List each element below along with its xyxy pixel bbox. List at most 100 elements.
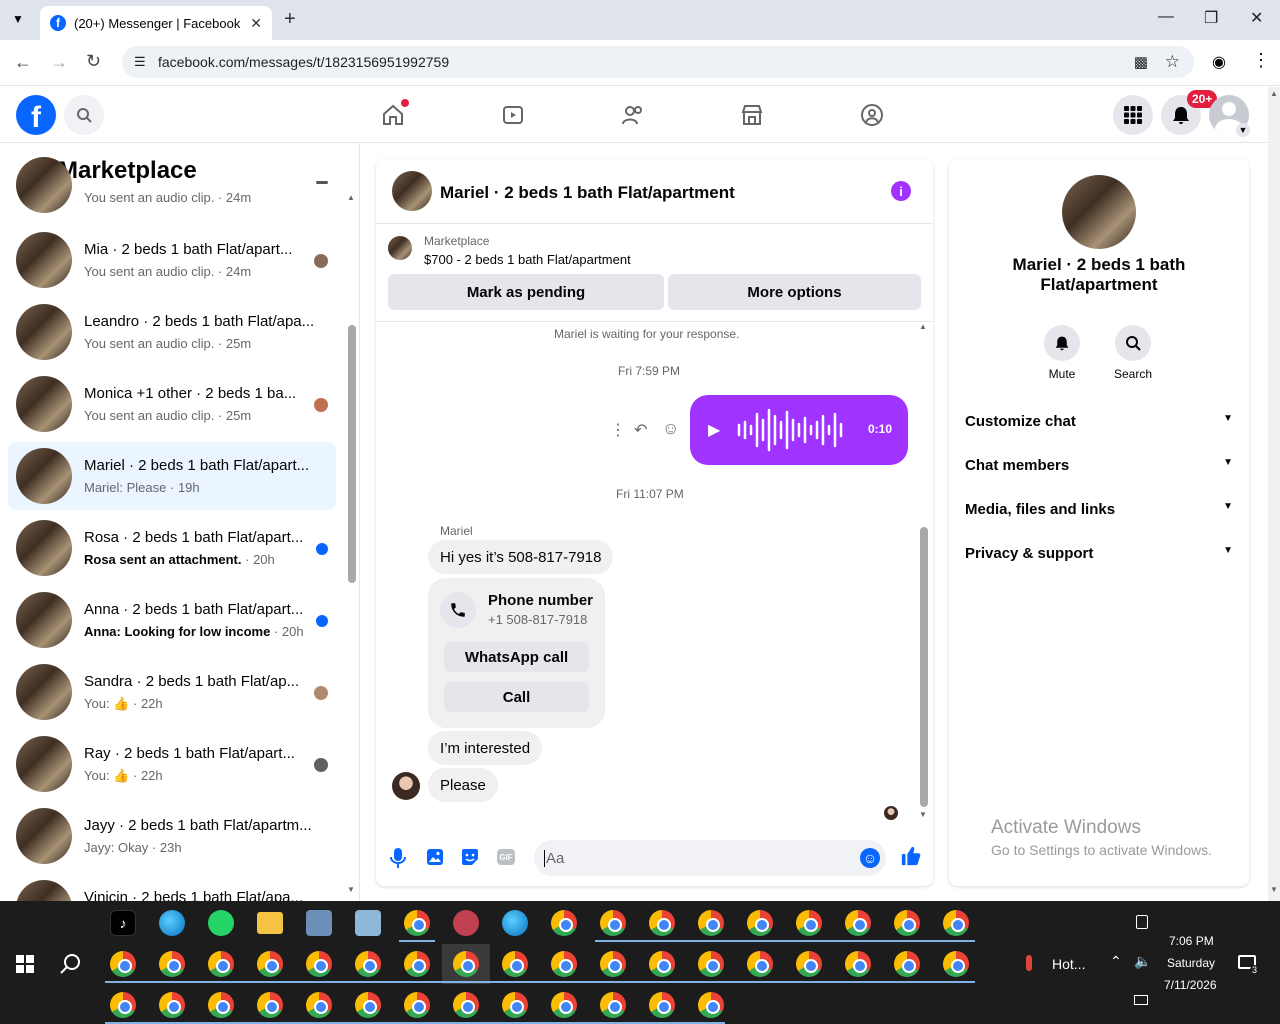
conversation-item[interactable]: Sandra · 2 beds 1 bath Flat/ap... You: 👍… xyxy=(8,658,336,726)
chrome-icon[interactable] xyxy=(600,910,626,936)
chrome-icon[interactable] xyxy=(306,992,332,1018)
tray-chevron-up-icon[interactable]: ⌃ xyxy=(1110,953,1122,970)
chrome-icon[interactable] xyxy=(943,951,969,977)
chrome-icon[interactable] xyxy=(845,951,871,977)
chrome-icon[interactable] xyxy=(796,951,822,977)
reload-icon[interactable]: ↻ xyxy=(86,51,101,72)
marketplace-icon[interactable] xyxy=(738,101,766,129)
whatsapp-icon[interactable] xyxy=(208,910,234,936)
chrome-icon[interactable] xyxy=(698,951,724,977)
new-tab-icon[interactable]: + xyxy=(284,8,296,31)
chrome-icon[interactable] xyxy=(159,992,185,1018)
windows-start-icon[interactable] xyxy=(16,955,34,973)
details-avatar[interactable] xyxy=(1062,175,1136,249)
edge-icon[interactable] xyxy=(159,910,185,936)
file-explorer-icon[interactable] xyxy=(257,912,283,934)
clock-day[interactable]: Saturday xyxy=(1167,956,1215,970)
voice-clip-icon[interactable] xyxy=(390,848,406,868)
profile-icon[interactable]: ◉ xyxy=(1212,52,1226,72)
close-tab-icon[interactable]: ✕ xyxy=(250,15,262,32)
chrome-icon[interactable] xyxy=(404,910,430,936)
chrome-icon[interactable] xyxy=(159,951,185,977)
chrome-icon[interactable] xyxy=(894,910,920,936)
chrome-icon[interactable] xyxy=(257,992,283,1018)
browser-menu-icon[interactable]: ⋮ xyxy=(1252,50,1270,71)
chrome-icon[interactable] xyxy=(747,910,773,936)
chrome-icon[interactable] xyxy=(404,951,430,977)
sidebar-scrollbar[interactable]: ▲ ▼ xyxy=(347,193,357,894)
message-bubble[interactable]: I’m interested xyxy=(428,731,543,765)
taskbar-search-icon[interactable] xyxy=(60,953,82,975)
conversation-item[interactable]: Mia · 2 beds 1 bath Flat/apart... You se… xyxy=(8,226,336,294)
privacy-support-menu[interactable]: Privacy & support ▼ xyxy=(965,545,1233,562)
clock-date[interactable]: 7/11/2026 xyxy=(1164,978,1217,992)
chrome-icon[interactable] xyxy=(698,992,724,1018)
tiktok-icon[interactable]: ♪ xyxy=(110,910,136,936)
conversation-item[interactable]: Ray · 2 beds 1 bath Flat/apart... You: 👍… xyxy=(8,730,336,798)
audio-message-bubble[interactable]: ▶ 0:10 xyxy=(690,395,908,465)
more-options-button[interactable]: More options xyxy=(668,274,921,310)
weather-text[interactable]: Hot... xyxy=(1052,956,1085,972)
menu-grid-icon[interactable] xyxy=(1113,95,1153,135)
chrome-icon[interactable] xyxy=(306,951,332,977)
info-icon[interactable]: i xyxy=(891,181,911,201)
app-icon[interactable] xyxy=(355,910,381,936)
reply-icon[interactable]: ↶ xyxy=(634,420,647,440)
chrome-icon[interactable] xyxy=(649,992,675,1018)
like-button-icon[interactable] xyxy=(900,845,922,867)
chrome-icon[interactable] xyxy=(453,992,479,1018)
chrome-icon[interactable] xyxy=(404,992,430,1018)
chrome-icon[interactable] xyxy=(355,992,381,1018)
chat-avatar[interactable] xyxy=(392,171,432,211)
listing-title[interactable]: $700 - 2 beds 1 bath Flat/apartment xyxy=(424,252,631,267)
chat-title[interactable]: Mariel · 2 beds 1 bath Flat/apartment xyxy=(440,183,735,203)
chrome-icon[interactable] xyxy=(845,910,871,936)
conversation-item[interactable]: Vinicin · 2 beds 1 bath Flat/apa... xyxy=(8,874,336,901)
back-icon[interactable]: ← xyxy=(14,52,32,73)
emoji-icon[interactable]: ☺ xyxy=(860,848,880,868)
react-emoji-icon[interactable]: ☺ xyxy=(662,419,679,439)
mute-button[interactable]: Mute xyxy=(1032,325,1092,381)
video-icon[interactable] xyxy=(499,101,527,129)
whatsapp-call-button[interactable]: WhatsApp call xyxy=(444,642,589,672)
chat-members-menu[interactable]: Chat members ▼ xyxy=(965,457,1233,474)
message-thread[interactable]: Mariel is waiting for your response. Fri… xyxy=(376,322,933,832)
chrome-icon[interactable] xyxy=(649,910,675,936)
home-icon[interactable] xyxy=(379,99,409,129)
clock-time[interactable]: 7:06 PM xyxy=(1169,934,1214,948)
minimize-icon[interactable]: — xyxy=(1158,8,1174,26)
edge-icon[interactable] xyxy=(502,910,528,936)
app-icon[interactable] xyxy=(453,910,479,936)
url-input[interactable]: ☰ facebook.com/messages/t/18231569519927… xyxy=(122,46,1194,78)
chrome-icon[interactable] xyxy=(894,951,920,977)
message-bubble[interactable]: Hi yes it’s 508-817-7918 xyxy=(428,540,614,574)
chrome-icon[interactable] xyxy=(257,951,283,977)
weather-thermometer-icon[interactable] xyxy=(1026,955,1032,971)
chrome-icon[interactable] xyxy=(502,951,528,977)
media-files-links-menu[interactable]: Media, files and links ▼ xyxy=(965,501,1233,518)
play-icon[interactable]: ▶ xyxy=(708,420,720,440)
phone-number-card[interactable]: Phone number +1 508-817-7918 WhatsApp ca… xyxy=(428,578,605,728)
conversation-item[interactable]: Jayy · 2 beds 1 bath Flat/apartm... Jayy… xyxy=(8,802,336,870)
listing-thumbnail[interactable] xyxy=(388,236,412,260)
chrome-icon-active[interactable] xyxy=(453,951,479,977)
chrome-icon[interactable] xyxy=(355,951,381,977)
tray-top-icon[interactable] xyxy=(1136,915,1148,929)
page-scrollbar[interactable]: ▲ ▼ xyxy=(1268,87,1280,901)
chrome-icon[interactable] xyxy=(551,910,577,936)
tab-search-icon[interactable]: ▼ xyxy=(12,12,24,26)
gif-icon[interactable]: GIF xyxy=(497,849,515,865)
call-button[interactable]: Call xyxy=(444,682,589,712)
site-info-icon[interactable]: ☰ xyxy=(134,54,146,70)
chrome-icon[interactable] xyxy=(796,910,822,936)
install-app-icon[interactable]: ▩ xyxy=(1134,53,1148,71)
browser-tab[interactable]: f (20+) Messenger | Facebook ✕ xyxy=(40,6,272,40)
chrome-icon[interactable] xyxy=(600,951,626,977)
message-bubble[interactable]: Please xyxy=(428,768,498,802)
search-icon[interactable] xyxy=(64,95,104,135)
conversation-item[interactable]: Leandro · 2 beds 1 bath Flat/apa... You … xyxy=(8,298,336,366)
chrome-icon[interactable] xyxy=(208,951,234,977)
chrome-icon[interactable] xyxy=(649,951,675,977)
chrome-icon[interactable] xyxy=(943,910,969,936)
conversation-item[interactable]: Rosa · 2 beds 1 bath Flat/apart... Rosa … xyxy=(8,514,336,582)
